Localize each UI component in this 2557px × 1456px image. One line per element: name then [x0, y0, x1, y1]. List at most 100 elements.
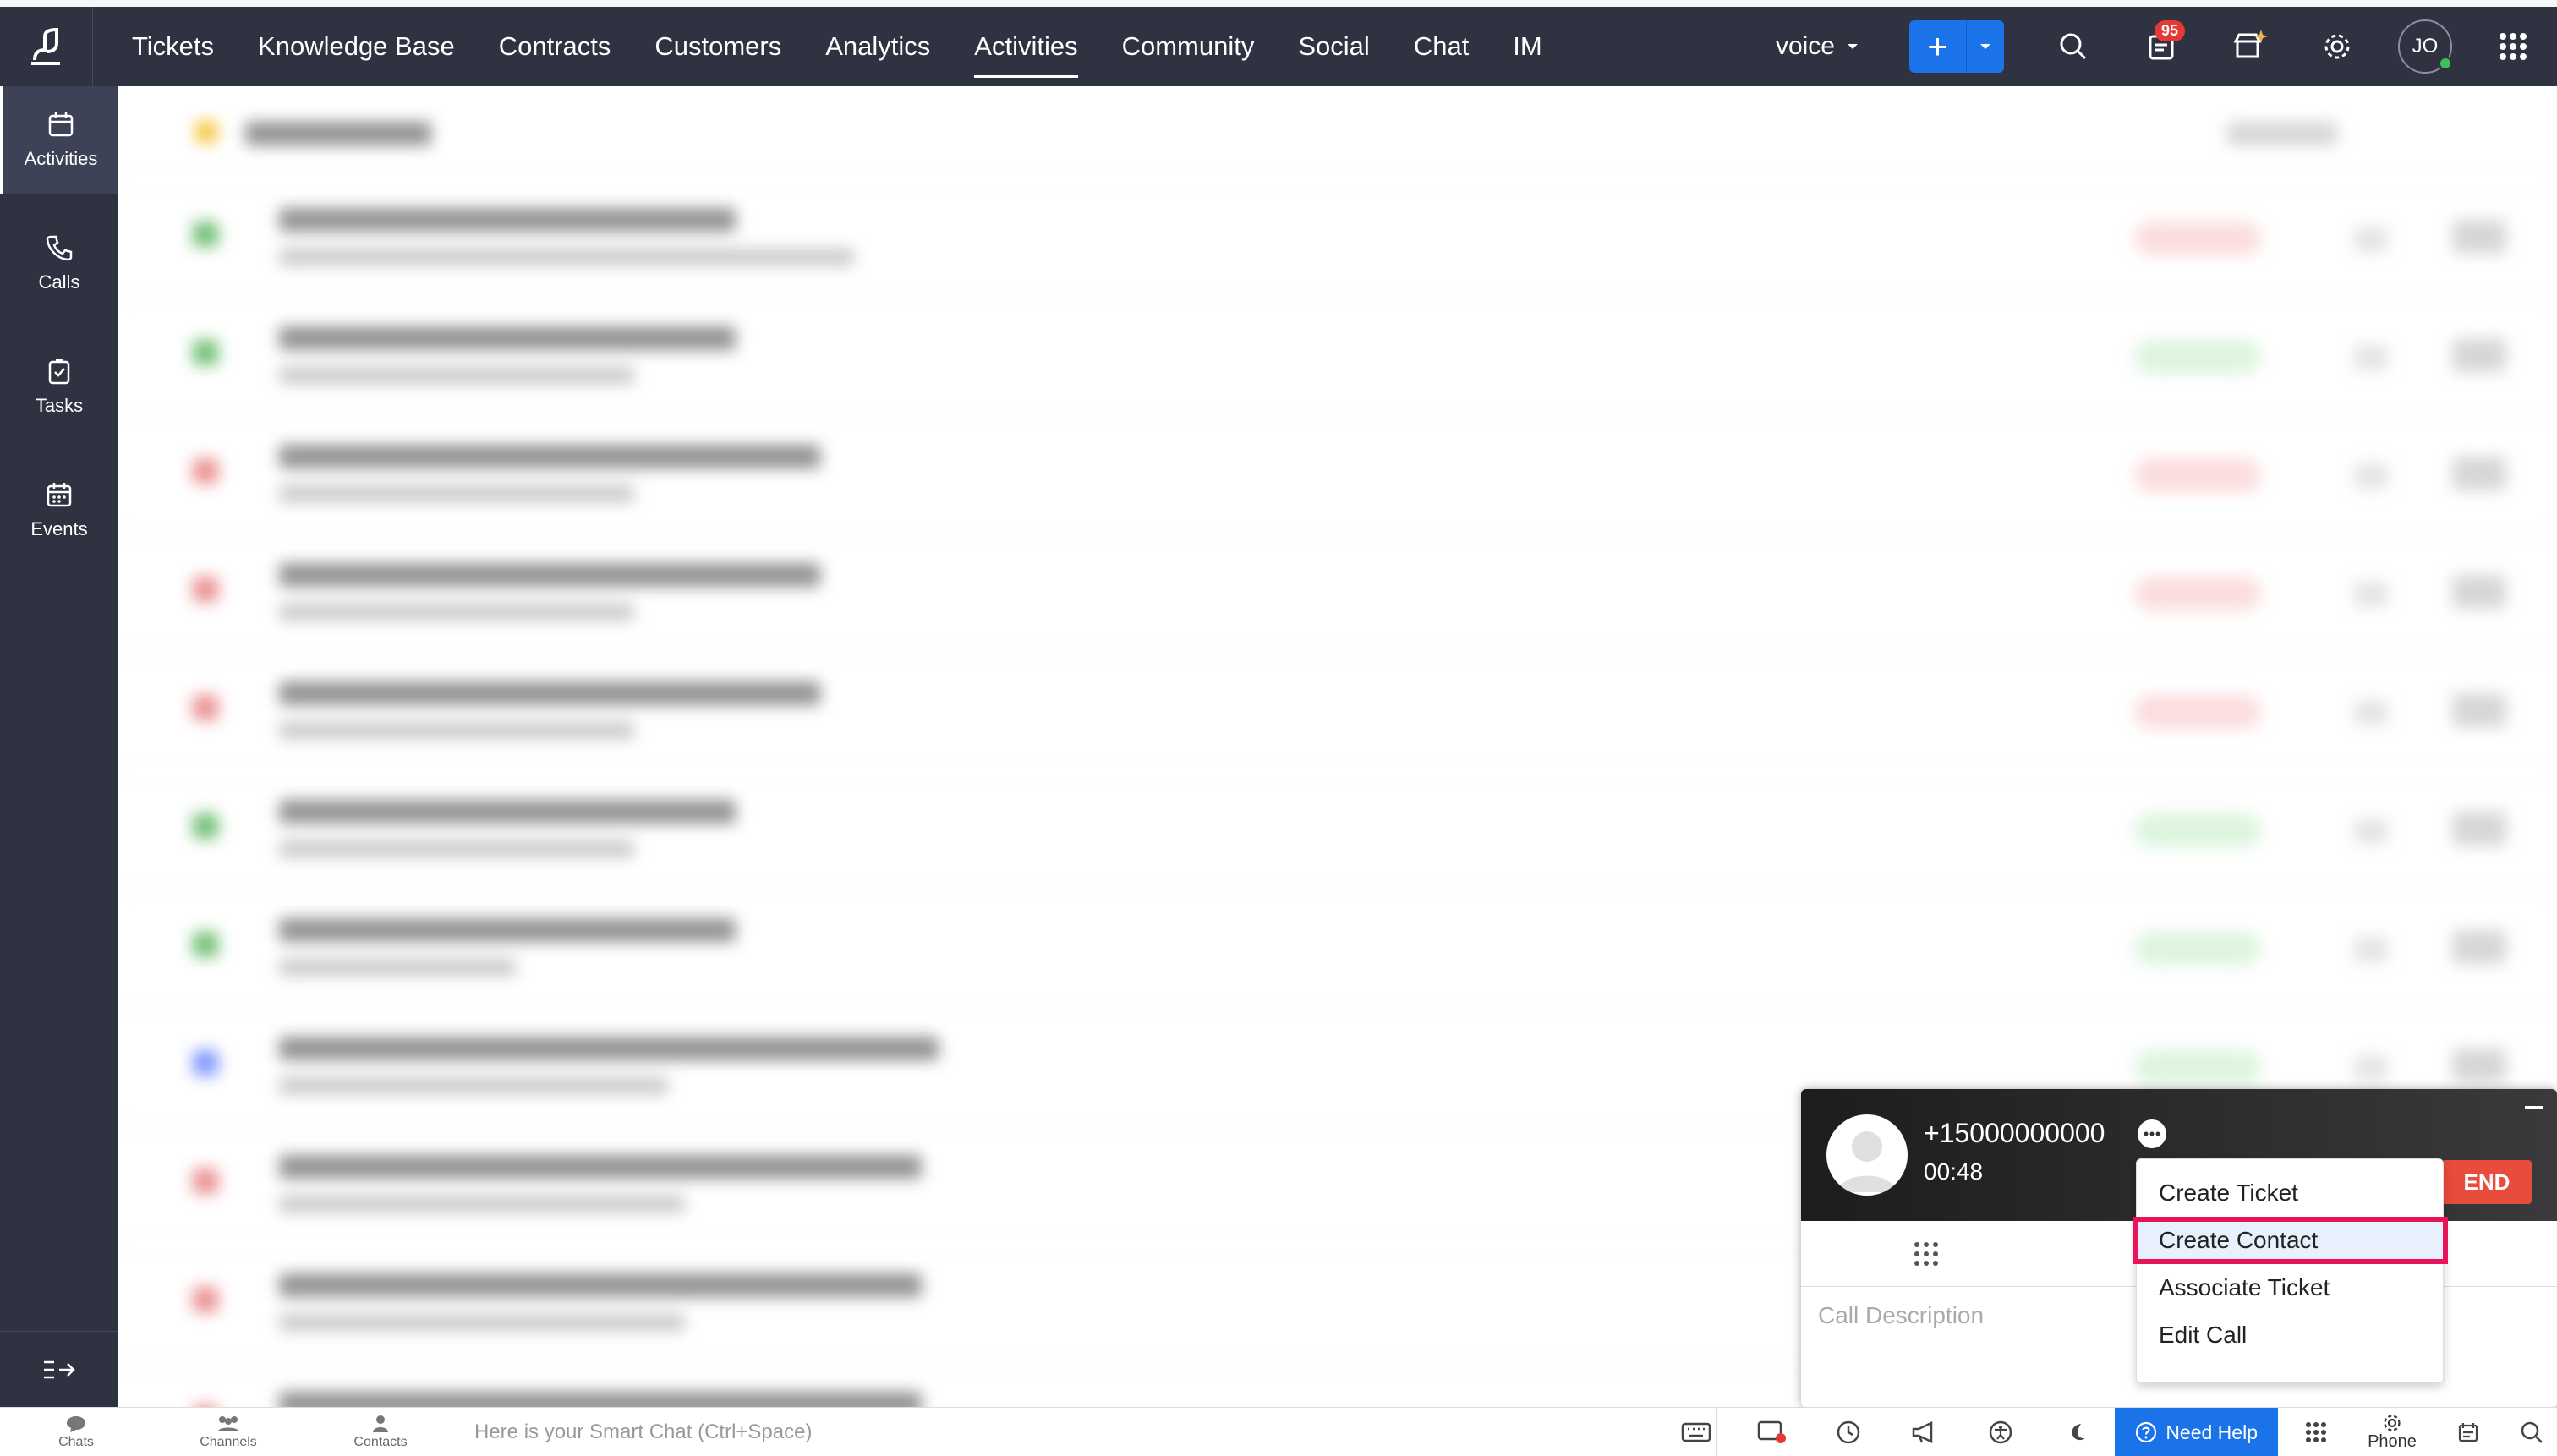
keyboard-shortcuts-button[interactable]	[1658, 1408, 1734, 1456]
bottom-contacts-button[interactable]: Contacts	[304, 1408, 457, 1456]
bottom-chats-label: Chats	[58, 1434, 94, 1449]
bottom-channels-label: Channels	[200, 1434, 257, 1449]
online-status-dot	[2439, 57, 2452, 70]
bottom-contacts-label: Contacts	[353, 1434, 408, 1449]
list-item	[118, 298, 2557, 416]
gear-icon	[2384, 1414, 2401, 1431]
menu-item-associate-ticket[interactable]: Associate Ticket	[2137, 1264, 2443, 1311]
list-header	[118, 86, 2557, 179]
sidebar-item-label: Tasks	[35, 395, 84, 416]
phone-button[interactable]: Phone	[2354, 1414, 2430, 1452]
list-item	[118, 416, 2557, 534]
bottom-bar: Chats Channels Contacts Here is your Sma…	[0, 1407, 2557, 1456]
nav-tickets[interactable]: Tickets	[110, 7, 236, 86]
apps-grid-icon	[2306, 1422, 2326, 1442]
accessibility-icon	[1990, 1420, 2012, 1444]
gear-icon	[2324, 34, 2350, 59]
events-icon	[47, 483, 72, 507]
main-nav: Tickets Knowledge Base Contracts Custome…	[110, 7, 1564, 86]
call-options-menu: Create Ticket Create Contact Associate T…	[2133, 1158, 2448, 1383]
menu-item-create-contact[interactable]: Create Contact	[2133, 1217, 2448, 1264]
chevron-down-icon	[1848, 44, 1858, 49]
record-button[interactable]	[1734, 1408, 1810, 1456]
nav-community[interactable]: Community	[1100, 7, 1277, 86]
chevron-down-icon	[1980, 44, 1990, 49]
department-label: voice	[1775, 32, 1835, 60]
plus-icon[interactable]: +	[1909, 20, 1967, 73]
chat-bubble-icon	[67, 1415, 85, 1432]
call-duration: 00:48	[1924, 1158, 1984, 1185]
add-button[interactable]: +	[1909, 20, 2004, 73]
collapse-arrow-icon	[44, 1360, 75, 1378]
sidebar-collapse-button[interactable]	[0, 1331, 118, 1407]
calendar-icon	[48, 112, 74, 137]
megaphone-icon	[1913, 1421, 1933, 1443]
contacts-icon	[373, 1415, 388, 1432]
moon-icon	[2072, 1424, 2086, 1441]
bottom-chats-button[interactable]: Chats	[0, 1408, 152, 1456]
notifications-button[interactable]: 95	[2117, 7, 2205, 86]
task-icon	[48, 359, 70, 385]
add-dropdown-caret[interactable]	[1967, 20, 2004, 73]
marketplace-icon	[2233, 30, 2268, 58]
smart-chat-placeholder: Here is your Smart Chat (Ctrl+Space)	[474, 1420, 813, 1443]
bottom-bar-tools: Need Help Phone	[1658, 1408, 2557, 1456]
search-button[interactable]	[2029, 7, 2117, 86]
app-grid-button[interactable]	[2469, 7, 2557, 86]
sidebar-item-calls[interactable]: Calls	[0, 210, 118, 318]
user-profile-button[interactable]: JO	[2381, 7, 2469, 86]
sidebar-item-label: Events	[30, 518, 88, 539]
nav-analytics[interactable]: Analytics	[803, 7, 952, 86]
history-button[interactable]	[1810, 1408, 1886, 1456]
smart-chat-input[interactable]: Here is your Smart Chat (Ctrl+Space)	[457, 1407, 1717, 1456]
left-sidebar: Activities Calls Tasks Events	[0, 86, 118, 1407]
channels-icon	[218, 1415, 238, 1431]
keyboard-icon	[1682, 1422, 1711, 1442]
sidebar-item-label: Activities	[24, 148, 98, 169]
nav-activities[interactable]: Activities	[952, 7, 1099, 86]
nav-knowledge-base[interactable]: Knowledge Base	[236, 7, 477, 86]
nav-im[interactable]: IM	[1491, 7, 1563, 86]
app-logo[interactable]	[0, 7, 93, 86]
nav-customers[interactable]: Customers	[632, 7, 803, 86]
list-item	[118, 771, 2557, 889]
bottom-search-button[interactable]	[2506, 1408, 2557, 1456]
bottom-channels-button[interactable]: Channels	[152, 1408, 304, 1456]
minimize-icon[interactable]	[2525, 1106, 2543, 1109]
dialpad-icon	[1914, 1242, 1938, 1266]
sidebar-item-activities[interactable]: Activities	[0, 86, 118, 194]
sidebar-item-tasks[interactable]: Tasks	[0, 333, 118, 441]
marketplace-button[interactable]	[2205, 7, 2293, 86]
clock-icon	[1837, 1420, 1860, 1444]
notes-button[interactable]	[2430, 1408, 2506, 1456]
need-help-button[interactable]: Need Help	[2115, 1408, 2278, 1456]
list-item	[118, 889, 2557, 1008]
call-more-options-button[interactable]	[2138, 1119, 2166, 1148]
topbar-actions: voice + 95 JO	[1776, 7, 2557, 86]
menu-item-create-ticket[interactable]: Create Ticket	[2137, 1169, 2443, 1217]
dark-mode-button[interactable]	[2039, 1408, 2115, 1456]
menu-item-edit-call[interactable]: Edit Call	[2137, 1311, 2443, 1359]
announcements-button[interactable]	[1886, 1408, 1963, 1456]
phone-label: Phone	[2368, 1431, 2417, 1451]
dialpad-button[interactable]	[1801, 1221, 2051, 1287]
accessibility-button[interactable]	[1963, 1408, 2039, 1456]
caller-avatar	[1826, 1114, 1908, 1196]
search-icon	[2521, 1421, 2543, 1443]
nav-social[interactable]: Social	[1276, 7, 1391, 86]
notification-badge: 95	[2154, 20, 2185, 41]
apps-grid-icon	[2500, 33, 2527, 60]
sidebar-item-events[interactable]: Events	[0, 457, 118, 565]
list-item	[118, 179, 2557, 298]
list-item	[118, 534, 2557, 653]
more-dots-icon	[2144, 1131, 2160, 1136]
list-item	[118, 653, 2557, 771]
department-selector[interactable]: voice	[1776, 32, 1859, 61]
desk-logo-icon	[30, 27, 60, 65]
apps-button[interactable]	[2278, 1408, 2354, 1456]
end-call-button[interactable]: END	[2442, 1160, 2532, 1204]
nav-contracts[interactable]: Contracts	[477, 7, 633, 86]
nav-chat[interactable]: Chat	[1392, 7, 1491, 86]
settings-button[interactable]	[2293, 7, 2381, 86]
search-icon	[2060, 33, 2087, 60]
